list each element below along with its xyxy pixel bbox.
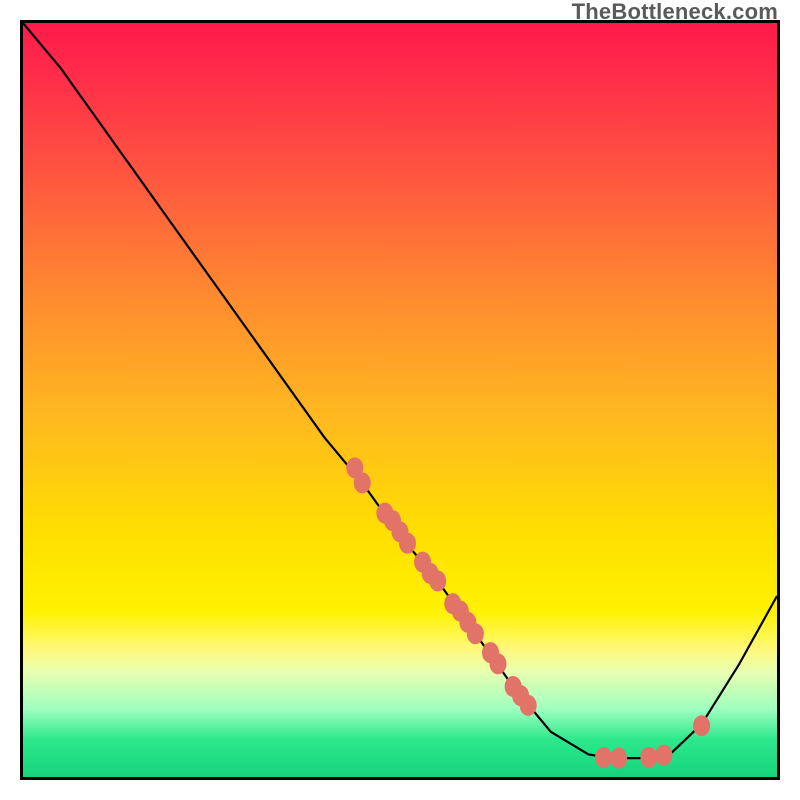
data-point [611, 748, 627, 768]
chart-frame [20, 20, 780, 780]
data-point [641, 747, 657, 767]
data-point [520, 695, 536, 715]
chart-svg [23, 23, 777, 777]
data-point [430, 571, 446, 591]
data-point [400, 533, 416, 553]
data-point [354, 473, 370, 493]
data-point [694, 716, 710, 736]
bottleneck-curve [23, 23, 777, 758]
data-point [490, 654, 506, 674]
data-point [596, 747, 612, 767]
data-point [467, 624, 483, 644]
data-point [656, 745, 672, 765]
data-points-group [347, 458, 710, 768]
